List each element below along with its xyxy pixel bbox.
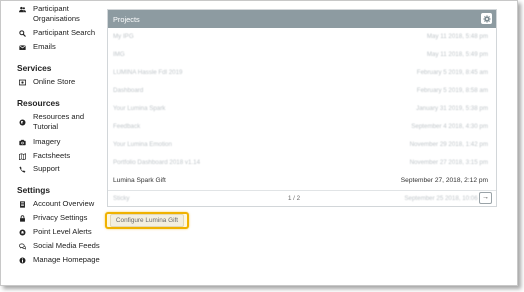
project-date: November 29 2018, 1:42 pm [409, 140, 488, 148]
sidebar-item-participant-search[interactable]: Participant Search [18, 28, 106, 38]
project-name: Portfolio Dashboard 2018 v1.14 [113, 158, 201, 166]
sidebar-item-label: Online Store [33, 77, 76, 86]
table-row[interactable]: LUMINA Hassle Fdl 2019 February 5 2019, … [108, 66, 496, 78]
map-icon [18, 151, 26, 161]
project-date: February 5 2019, 8:45 am [416, 68, 488, 76]
pagination: 1 / 2 → [108, 190, 496, 205]
sidebar-item-label: Participant Search [33, 28, 96, 37]
sidebar-item-manage-homepage[interactable]: Manage Homepage [18, 255, 106, 265]
store-icon [18, 77, 26, 87]
sidebar-item-participant-organisations[interactable]: Participant Organisations [18, 4, 106, 24]
project-date: May 11 2018, 5:49 pm [426, 50, 488, 58]
configure-lumina-gift-button[interactable]: Configure Lumina Gift [105, 212, 189, 229]
sidebar-item-label: Factsheets [33, 151, 71, 160]
users-icon [18, 4, 26, 14]
lock-icon [18, 213, 26, 223]
table-row[interactable]: My IPG May 11 2018, 5:48 pm [108, 30, 496, 42]
table-row[interactable]: Dashboard February 5 2019, 8:58 am [108, 84, 496, 96]
sidebar-item-imagery[interactable]: Imagery [18, 137, 106, 147]
project-date: September 27, 2018, 2:12 pm [400, 176, 488, 184]
envelope-icon [18, 42, 26, 52]
project-name: IMG [113, 50, 125, 58]
button-label: Configure Lumina Gift [109, 214, 185, 227]
table-row-lumina-spark-gift[interactable]: Lumina Spark Gift September 27, 2018, 2:… [108, 174, 496, 186]
sidebar-item-label: Manage Homepage [33, 255, 100, 264]
gear-icon [482, 14, 491, 23]
sidebar-item-label: Account Overview [33, 199, 95, 208]
section-heading-resources: Resources [17, 98, 60, 108]
sidebar-item-label: Social Media Feeds [33, 241, 100, 250]
comments-icon [18, 241, 26, 251]
sidebar-item-emails[interactable]: Emails [18, 42, 106, 52]
table-row[interactable]: Your Lumina Emotion November 29 2018, 1:… [108, 138, 496, 150]
project-name: Your Lumina Emotion [113, 140, 172, 148]
sidebar: Participant Organisations Participant Se… [1, 1, 105, 285]
info-icon [18, 255, 26, 265]
table-row[interactable]: Your Lumina Spark January 31 2019, 5:38 … [108, 102, 496, 114]
section-heading-settings: Settings [17, 185, 51, 195]
sidebar-item-resources-tutorial[interactable]: Resources and Tutorial [18, 112, 106, 132]
sidebar-item-online-store[interactable]: Online Store [18, 77, 106, 87]
project-date: September 4 2018, 4:30 pm [411, 122, 488, 130]
panel-settings-button[interactable] [481, 13, 492, 24]
sidebar-item-social-media-feeds[interactable]: Social Media Feeds [18, 241, 106, 251]
sidebar-item-label: Resources and Tutorial [33, 112, 85, 131]
sidebar-item-label: Point Level Alerts [33, 227, 92, 236]
projects-panel-header: Projects [108, 10, 496, 28]
bell-icon [18, 227, 26, 237]
sidebar-item-label: Participant Organisations [33, 4, 80, 23]
sidebar-item-label: Support [33, 164, 60, 173]
page-indicator: 1 / 2 [288, 195, 301, 202]
project-name: Dashboard [113, 86, 144, 94]
sidebar-item-label: Emails [33, 42, 56, 51]
panel-title: Projects [113, 14, 140, 24]
table-row[interactable]: Portfolio Dashboard 2018 v1.14 November … [108, 156, 496, 168]
project-date: May 11 2018, 5:48 pm [426, 32, 488, 40]
sidebar-item-account-overview[interactable]: Account Overview [18, 199, 106, 209]
project-name: Your Lumina Spark [113, 104, 166, 112]
sidebar-item-factsheets[interactable]: Factsheets [18, 151, 106, 161]
sidebar-item-label: Privacy Settings [33, 213, 88, 222]
sidebar-item-privacy-settings[interactable]: Privacy Settings [18, 213, 106, 223]
search-icon [18, 28, 26, 38]
project-name: My IPG [113, 32, 134, 40]
project-name: Lumina Spark Gift [113, 176, 166, 184]
document-icon [18, 199, 26, 209]
table-row[interactable]: IMG May 11 2018, 5:49 pm [108, 48, 496, 60]
next-page-button[interactable]: → [479, 192, 492, 204]
project-name: Feedback [113, 122, 141, 130]
arrow-right-icon: → [482, 194, 489, 201]
sidebar-item-point-level-alerts[interactable]: Point Level Alerts [18, 227, 106, 237]
section-heading-services: Services [17, 63, 52, 73]
projects-panel: Projects My IPG May 11 2018, 5:48 pm IMG… [107, 9, 497, 207]
page-frame: Participant Organisations Participant Se… [0, 0, 518, 286]
sidebar-item-label: Imagery [33, 137, 61, 146]
project-date: January 31 2019, 5:38 pm [416, 104, 488, 112]
camera-icon [18, 137, 26, 147]
globe-icon [18, 117, 26, 127]
project-name: LUMINA Hassle Fdl 2019 [113, 68, 183, 76]
project-date: February 5 2019, 8:58 am [416, 86, 488, 94]
table-row[interactable]: Feedback September 4 2018, 4:30 pm [108, 120, 496, 132]
project-date: November 27 2018, 3:15 pm [409, 158, 488, 166]
phone-icon [18, 164, 26, 174]
sidebar-item-support[interactable]: Support [18, 164, 106, 174]
